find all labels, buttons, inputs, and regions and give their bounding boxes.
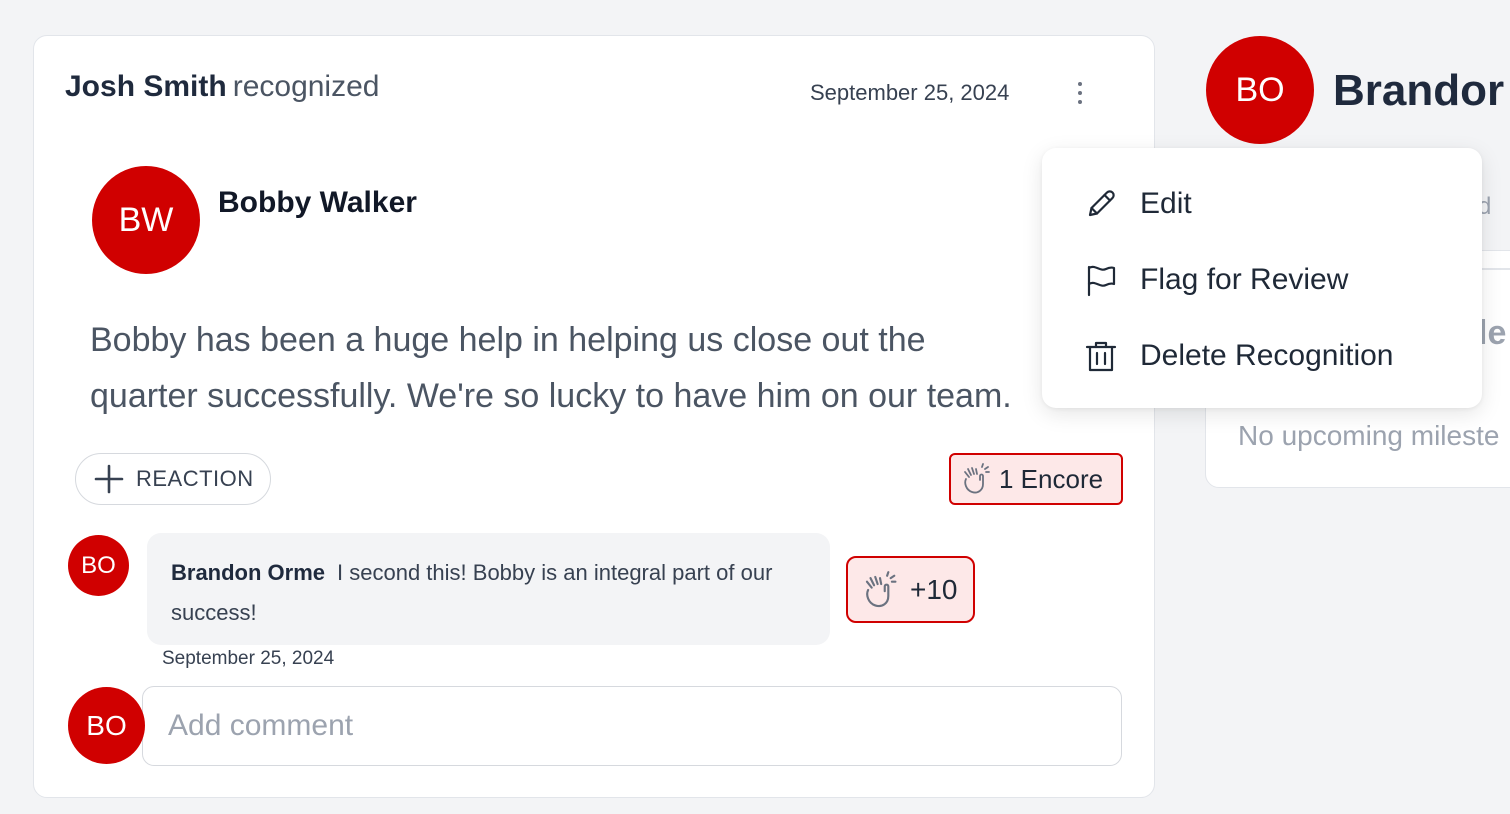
kebab-dot xyxy=(1078,100,1082,104)
menu-item-label: Delete Recognition xyxy=(1140,339,1394,372)
comment-clap-button[interactable]: +10 xyxy=(846,556,975,623)
message-line: Bobby has been a huge help in helping us… xyxy=(90,321,926,359)
plus-icon xyxy=(94,464,124,494)
add-reaction-button[interactable]: REACTION xyxy=(75,453,271,505)
profile-name: Brandor xyxy=(1333,66,1505,115)
clap-icon xyxy=(865,570,897,607)
recipient-name[interactable]: Bobby Walker xyxy=(218,186,417,220)
recognition-message: Bobby has been a huge help in helping us… xyxy=(90,312,1090,424)
milestones-heading-fragment: le xyxy=(1478,314,1507,352)
more-options-icon[interactable] xyxy=(1064,76,1096,110)
menu-item-flag-for-review[interactable]: Flag for Review xyxy=(1042,242,1482,318)
recognized-label: recognized xyxy=(232,70,380,103)
recognition-header: Josh Smith recognized xyxy=(65,68,379,106)
comment-date: September 25, 2024 xyxy=(162,648,335,669)
recognition-card: Josh Smith recognized September 25, 2024 … xyxy=(33,35,1155,798)
pencil-icon xyxy=(1088,190,1115,217)
message-line: quarter successfully. We're so lucky to … xyxy=(90,377,1012,415)
recognizer-name[interactable]: Josh Smith xyxy=(65,70,227,103)
commenter-avatar[interactable]: BO xyxy=(68,535,129,596)
encore-badge[interactable]: 1 Encore xyxy=(949,453,1123,505)
add-reaction-label: REACTION xyxy=(136,466,254,491)
recipient-avatar[interactable]: BW xyxy=(92,166,200,274)
no-milestones-text: No upcoming mileste xyxy=(1238,420,1500,451)
kebab-dot xyxy=(1078,91,1082,95)
options-menu: Edit Flag for Review Delete Recognition xyxy=(1042,148,1482,408)
post-date: September 25, 2024 xyxy=(810,80,1010,105)
current-user-avatar: BO xyxy=(68,687,145,764)
profile-avatar[interactable]: BO xyxy=(1206,36,1314,144)
menu-item-delete-recognition[interactable]: Delete Recognition xyxy=(1042,318,1482,394)
flag-icon xyxy=(1087,265,1116,297)
comment-author[interactable]: Brandon Orme xyxy=(171,560,325,585)
add-comment-input[interactable] xyxy=(142,686,1122,766)
encore-count: 1 Encore xyxy=(999,463,1104,494)
clap-count: +10 xyxy=(910,573,958,605)
comment-bubble: Brandon Orme I second this! Bobby is an i… xyxy=(147,533,830,645)
trash-icon xyxy=(1085,341,1117,372)
menu-item-edit[interactable]: Edit xyxy=(1042,166,1482,242)
clap-icon xyxy=(964,463,990,494)
kebab-dot xyxy=(1078,82,1082,86)
menu-item-label: Edit xyxy=(1140,187,1192,220)
menu-item-label: Flag for Review xyxy=(1140,263,1349,296)
